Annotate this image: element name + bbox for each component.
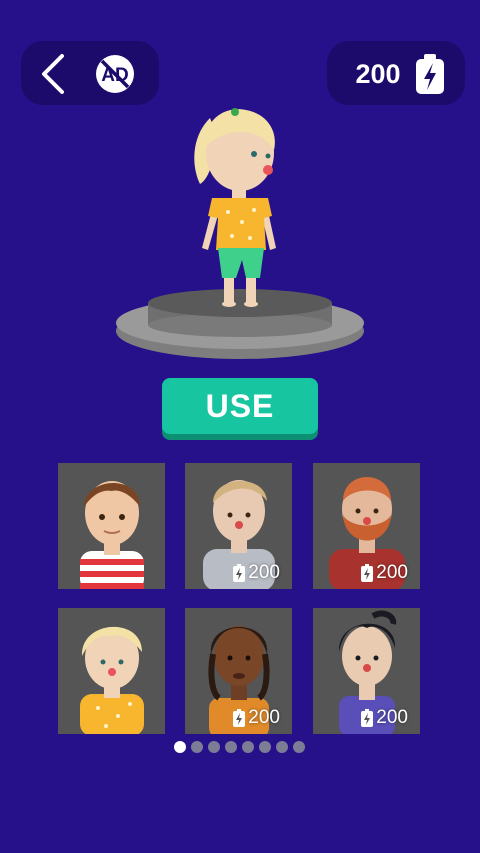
skin-price: 200 <box>233 563 280 583</box>
skin-card-blonde-girl-dots[interactable] <box>58 608 165 734</box>
battery-bolt-icon <box>233 564 246 582</box>
page-dot-2[interactable] <box>191 741 203 753</box>
chevron-left-icon <box>42 54 64 94</box>
page-dot-3[interactable] <box>208 741 220 753</box>
battery-bolt-icon <box>361 709 374 727</box>
skin-price-value: 200 <box>248 707 280 728</box>
no-ads-button[interactable]: AD <box>94 53 136 95</box>
skin-portrait <box>80 481 144 589</box>
skin-price: 200 <box>233 708 280 728</box>
page-dot-4[interactable] <box>225 741 237 753</box>
battery-bolt-icon <box>361 564 374 582</box>
skin-price-value: 200 <box>376 707 408 728</box>
skin-card-ginger-beard[interactable]: 200 <box>313 463 420 589</box>
page-indicator <box>174 741 306 755</box>
page-dot-6[interactable] <box>259 741 271 753</box>
skin-card-boy-striped[interactable] <box>58 463 165 589</box>
page-dot-7[interactable] <box>276 741 288 753</box>
battery-bolt-icon <box>233 709 246 727</box>
use-button[interactable]: USE <box>162 378 318 434</box>
battery-bolt-icon <box>416 54 444 94</box>
energy-count: 200 <box>355 59 401 89</box>
page-dot-5[interactable] <box>242 741 254 753</box>
no-ads-icon: AD <box>96 55 134 93</box>
skin-price-value: 200 <box>376 562 408 583</box>
skin-card-dark-hair-purple[interactable]: 200 <box>313 608 420 734</box>
skin-card-blond-grey-shirt[interactable]: 200 <box>185 463 292 589</box>
character-preview <box>194 108 276 307</box>
back-button[interactable] <box>34 52 76 96</box>
page-dot-1[interactable] <box>174 741 186 753</box>
skin-price-value: 200 <box>248 562 280 583</box>
skin-card-braids-orange[interactable]: 200 <box>185 608 292 734</box>
skin-portrait <box>80 626 144 734</box>
skin-price: 200 <box>361 708 408 728</box>
skin-price: 200 <box>361 563 408 583</box>
page-dot-8[interactable] <box>293 741 305 753</box>
